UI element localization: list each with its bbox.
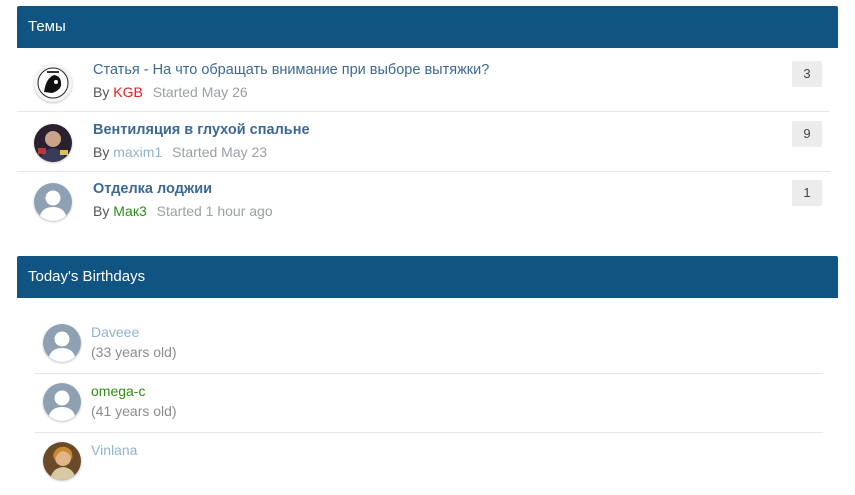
topics-widget: Темы Статья - На что обращать внимание п… — [17, 6, 838, 241]
topic-title-link[interactable]: Статья - На что обращать внимание при вы… — [93, 62, 489, 78]
topic-title-link[interactable]: Отделка лоджии — [93, 181, 212, 197]
user-avatar-vinlana[interactable] — [43, 442, 81, 480]
author-link[interactable]: Мак3 — [113, 203, 147, 219]
birthday-user-link[interactable]: omega-c — [91, 383, 145, 399]
author-link[interactable]: KGB — [113, 84, 143, 100]
started-date: Started May 23 — [172, 144, 268, 160]
user-avatar-kgb[interactable] — [34, 64, 72, 102]
reply-count-badge: 1 — [792, 180, 822, 206]
user-avatar-maxim1[interactable] — [34, 124, 72, 162]
reply-count-badge: 3 — [792, 61, 822, 87]
by-label: By — [93, 144, 110, 160]
by-label: By — [93, 84, 110, 100]
topic-meta: By maxim1 Started May 23 — [93, 144, 267, 160]
default-user-avatar-icon[interactable] — [43, 383, 81, 421]
topic-title-link[interactable]: Вентиляция в глухой спальне — [93, 122, 310, 138]
reply-count-badge: 9 — [792, 121, 822, 147]
topics-widget-header: Темы — [17, 6, 838, 48]
topic-meta: By Мак3 Started 1 hour ago — [93, 203, 273, 219]
author-link[interactable]: maxim1 — [113, 144, 162, 160]
started-date: Started 1 hour ago — [156, 203, 273, 219]
birthdays-widget: Today's Birthdays Daveee (33 years old) … — [17, 256, 838, 492]
topic-row: Отделка лоджии By Мак3 Started 1 hour ag… — [17, 172, 830, 231]
default-user-avatar-icon[interactable] — [43, 324, 81, 362]
birthday-row: omega-c (41 years old) — [34, 374, 823, 433]
birthday-row: Vinlana — [34, 433, 823, 492]
birthday-user-link[interactable]: Daveee — [91, 324, 139, 340]
by-label: By — [93, 203, 110, 219]
birthday-user-link[interactable]: Vinlana — [91, 442, 137, 458]
birthdays-widget-header: Today's Birthdays — [17, 256, 838, 298]
default-user-avatar-icon[interactable] — [34, 183, 72, 221]
birthday-age: (41 years old) — [91, 403, 177, 419]
topic-row: Вентиляция в глухой спальне By maxim1 St… — [17, 113, 830, 172]
topic-meta: By KGB Started May 26 — [93, 84, 248, 100]
started-date: Started May 26 — [152, 84, 248, 100]
birthday-age: (33 years old) — [91, 344, 177, 360]
topic-row: Статья - На что обращать внимание при вы… — [17, 53, 830, 112]
birthday-row: Daveee (33 years old) — [34, 315, 823, 374]
